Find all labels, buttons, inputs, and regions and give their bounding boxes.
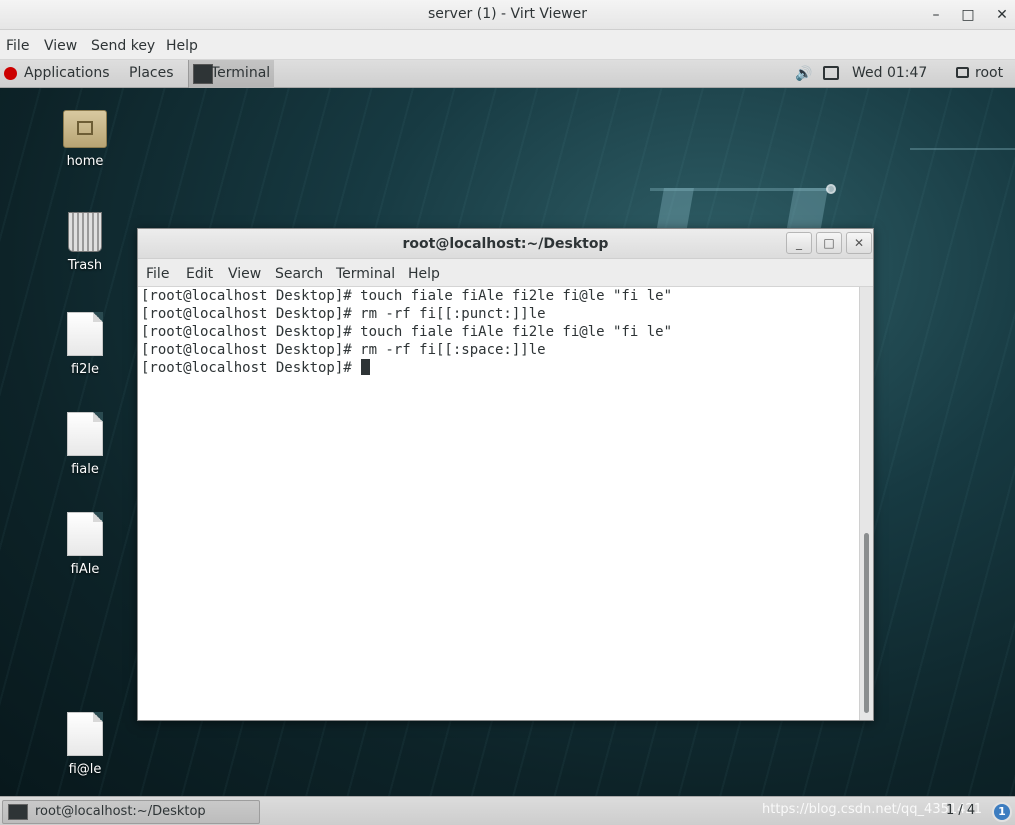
home-folder-icon	[63, 110, 107, 148]
terminal-task-label: Terminal	[211, 65, 271, 81]
window-titlebar: server (1) - Virt Viewer – □ ✕	[0, 0, 1015, 30]
desktop-icon-label: home	[66, 154, 104, 169]
terminal-cursor	[361, 359, 371, 375]
terminal-menubar: File Edit View Search Terminal Help	[138, 259, 873, 287]
terminal-scrollbar-thumb[interactable]	[864, 533, 869, 713]
terminal-minimize-button[interactable]: _	[786, 232, 812, 254]
menu-view[interactable]: View	[44, 38, 77, 54]
terminal-menu-search[interactable]: Search	[275, 266, 323, 282]
top-panel: Applications Places Terminal 🔊 Wed 01:47…	[0, 60, 1015, 88]
terminal-titlebar[interactable]: root@localhost:~/Desktop _ □ ✕	[138, 229, 873, 259]
desktop-icon-trash[interactable]: Trash	[50, 212, 120, 273]
taskbar-window-label: root@localhost:~/Desktop	[35, 804, 206, 819]
window-close-button[interactable]: ✕	[991, 4, 1013, 26]
wallpaper-decoration	[826, 184, 836, 194]
terminal-icon	[8, 804, 28, 820]
desktop-icon-label: fi@le	[68, 762, 102, 777]
terminal-prompt-line[interactable]: [root@localhost Desktop]#	[141, 359, 860, 377]
clock[interactable]: Wed 01:47	[852, 65, 927, 81]
window-title: server (1) - Virt Viewer	[428, 6, 587, 22]
wallpaper-decoration	[656, 188, 694, 233]
terminal-menu-help[interactable]: Help	[408, 266, 440, 282]
terminal-title: root@localhost:~/Desktop	[402, 236, 609, 252]
terminal-menu-file[interactable]: File	[146, 266, 169, 282]
desktop-icon-label: fiale	[71, 462, 99, 477]
terminal-prompt: [root@localhost Desktop]#	[141, 360, 361, 376]
desktop-icon-label: fiAle	[70, 562, 100, 577]
menu-file[interactable]: File	[6, 38, 29, 54]
terminal-menu-terminal[interactable]: Terminal	[336, 266, 395, 282]
viewer-menubar: File View Send key Help	[0, 30, 1015, 60]
desktop-icon-label: fi2le	[70, 362, 100, 377]
terminal-output[interactable]: [root@localhost Desktop]# touch fiale fi…	[138, 287, 860, 720]
menu-send-key[interactable]: Send key	[91, 38, 155, 54]
network-icon[interactable]	[823, 66, 839, 80]
window-maximize-button[interactable]: □	[957, 4, 979, 26]
terminal-menu-edit[interactable]: Edit	[186, 266, 213, 282]
wallpaper-decoration	[786, 188, 828, 233]
terminal-close-button[interactable]: ✕	[846, 232, 872, 254]
user-icon	[956, 67, 969, 78]
menu-help[interactable]: Help	[166, 38, 198, 54]
user-menu[interactable]: root	[975, 65, 1003, 81]
volume-icon[interactable]: 🔊	[795, 66, 812, 82]
file-icon	[67, 412, 103, 456]
terminal-maximize-button[interactable]: □	[816, 232, 842, 254]
terminal-scrollbar[interactable]	[859, 287, 873, 720]
taskbar-window-button[interactable]: root@localhost:~/Desktop	[2, 800, 260, 824]
bottom-taskbar: root@localhost:~/Desktop https://blog.cs…	[0, 796, 1015, 825]
file-icon	[67, 312, 103, 356]
notification-badge[interactable]: 1	[992, 802, 1012, 822]
desktop-icon-label: Trash	[67, 258, 103, 273]
terminal-icon	[193, 64, 213, 84]
terminal-task-button[interactable]: Terminal	[188, 60, 274, 88]
desktop-icon-file[interactable]: fi2le	[50, 312, 120, 377]
desktop-icon-home[interactable]: home	[50, 110, 120, 169]
window-minimize-button[interactable]: –	[925, 4, 947, 26]
applications-menu[interactable]: Applications	[24, 65, 110, 81]
desktop-icon-file[interactable]: fiAle	[50, 512, 120, 577]
desktop-icon-file[interactable]: fi@le	[50, 712, 120, 777]
terminal-line: [root@localhost Desktop]# touch fiale fi…	[141, 288, 673, 304]
terminal-line: [root@localhost Desktop]# touch fiale fi…	[141, 324, 673, 340]
workspace-switcher[interactable]: 1 / 4	[946, 803, 975, 818]
terminal-menu-view[interactable]: View	[228, 266, 261, 282]
guest-screen[interactable]: Applications Places Terminal 🔊 Wed 01:47…	[0, 60, 1015, 825]
redhat-icon	[4, 67, 17, 80]
desktop-icon-file[interactable]: fiale	[50, 412, 120, 477]
terminal-line: [root@localhost Desktop]# rm -rf fi[[:pu…	[141, 306, 546, 322]
file-icon	[67, 512, 103, 556]
terminal-line: [root@localhost Desktop]# rm -rf fi[[:sp…	[141, 342, 546, 358]
terminal-window[interactable]: root@localhost:~/Desktop _ □ ✕ File Edit…	[137, 228, 874, 721]
wallpaper-decoration	[910, 148, 1015, 150]
trash-icon	[68, 212, 102, 252]
file-icon	[67, 712, 103, 756]
places-menu[interactable]: Places	[129, 65, 174, 81]
